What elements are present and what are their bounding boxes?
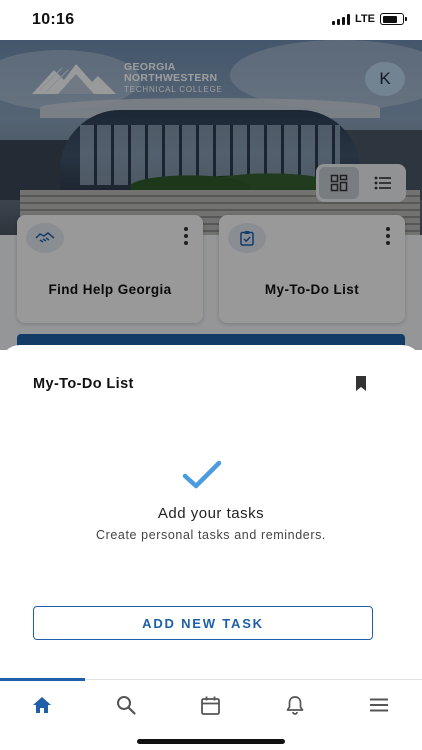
battery-icon [380,13,407,25]
status-indicators: LTE [332,13,407,25]
empty-state-title: Add your tasks [157,505,265,522]
network-type: LTE [355,13,375,25]
battery-fill [382,15,397,23]
todo-bottom-sheet: My-To-Do List Add your tasks Create pers… [0,345,422,679]
active-tab-indicator [0,678,85,681]
tab-home[interactable] [22,692,62,718]
bell-icon [286,696,304,715]
menu-icon [370,698,388,712]
empty-state-subtitle: Create personal tasks and reminders. [95,528,327,542]
checkmark-icon [182,460,222,489]
modal-backdrop[interactable] [0,40,422,350]
add-new-task-button[interactable]: ADD NEW TASK [33,606,373,640]
calendar-icon [200,696,220,715]
status-time: 10:16 [32,11,75,28]
search-icon [117,696,136,715]
home-icon [33,697,51,713]
tab-menu[interactable] [359,692,399,718]
status-bar: 10:16 LTE [0,0,422,40]
tab-search[interactable] [106,692,146,718]
home-indicator [137,739,285,744]
sheet-title: My-To-Do List [33,376,134,392]
signal-icon [332,13,351,25]
tab-notifications[interactable] [275,692,315,718]
bookmark-icon[interactable] [355,376,367,391]
tab-calendar[interactable] [190,692,230,718]
